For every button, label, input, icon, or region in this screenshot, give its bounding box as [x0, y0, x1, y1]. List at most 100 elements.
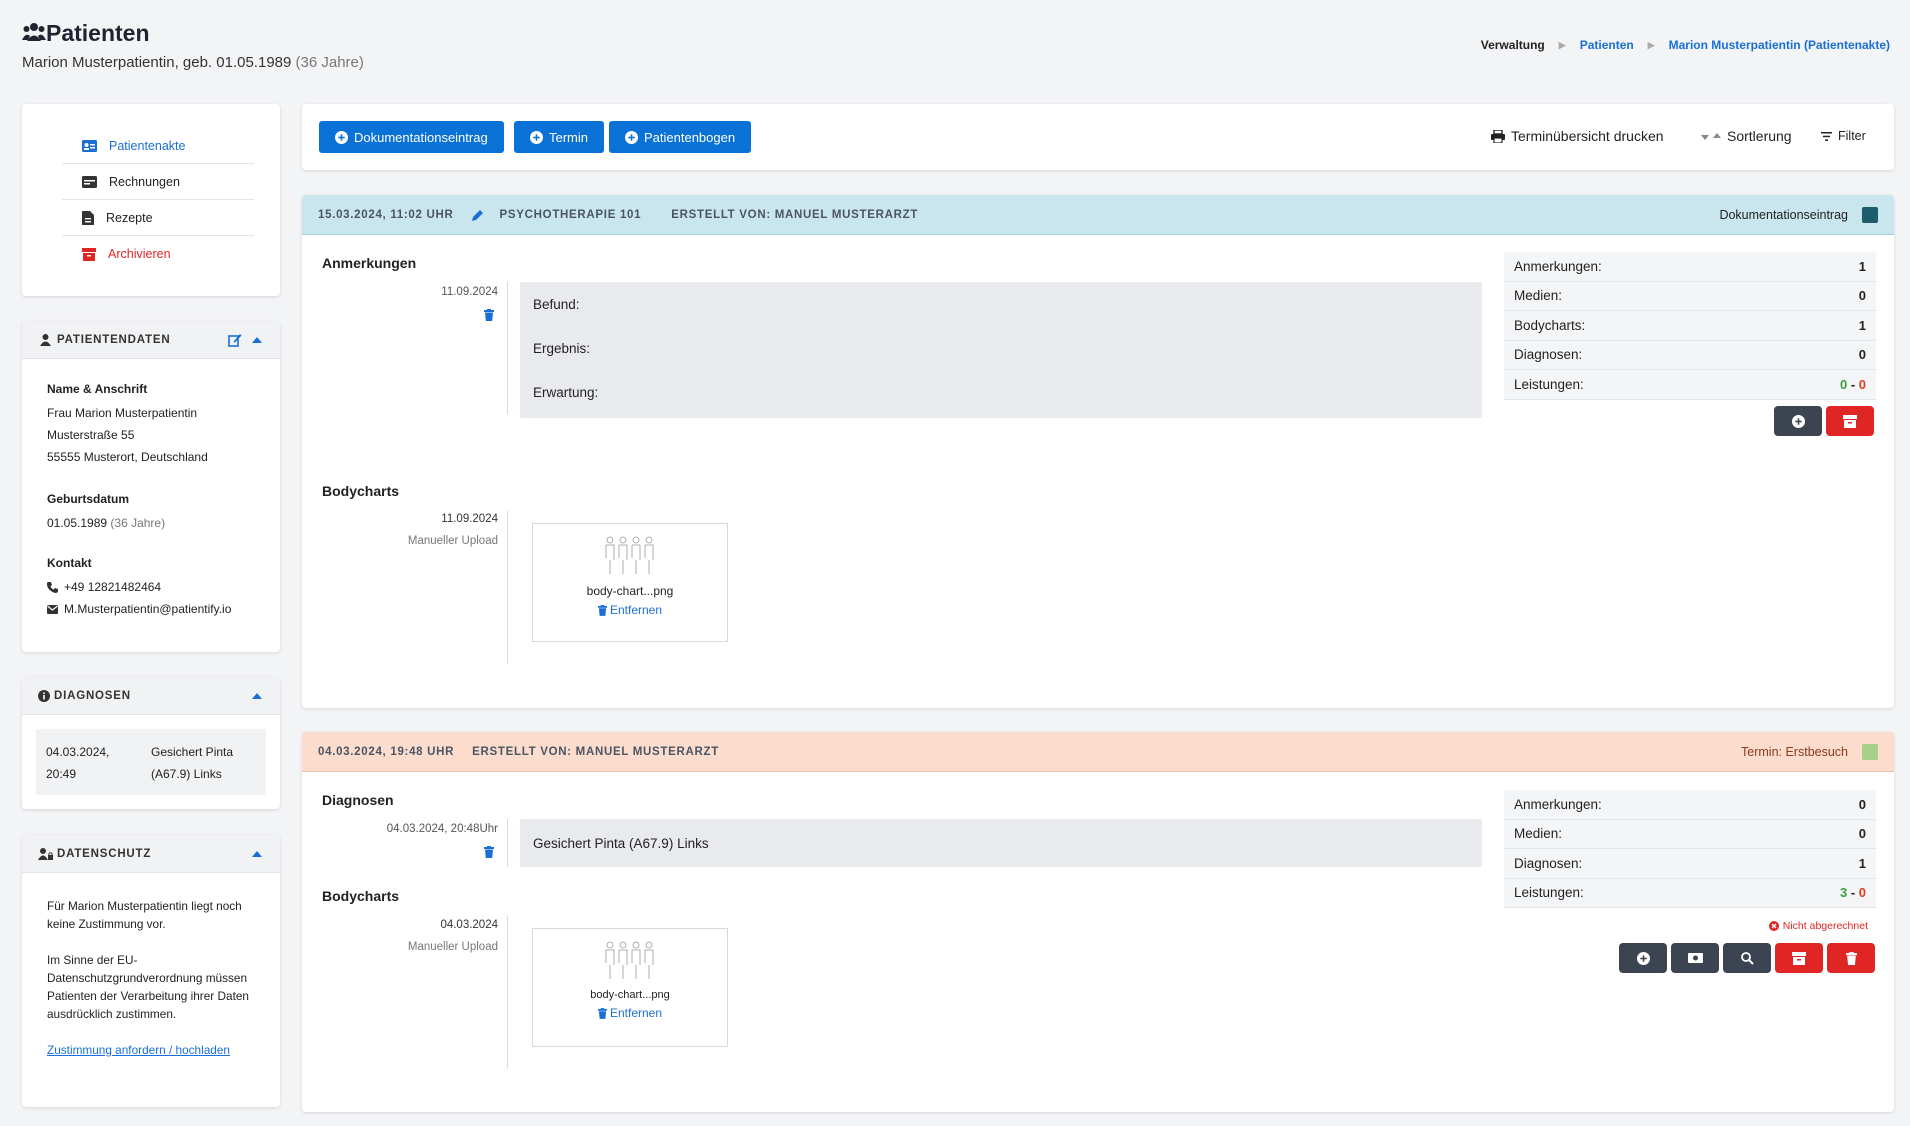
- entry-author: ERSTELLT VON: MANUEL MUSTERARZT: [671, 208, 919, 221]
- remove-bodychart-button[interactable]: Entfernen: [533, 603, 727, 617]
- button-label: Patientenbogen: [644, 129, 736, 145]
- remove-bodychart-button[interactable]: Entfernen: [533, 1006, 727, 1020]
- stat-value: 0: [1858, 347, 1866, 363]
- filter-button[interactable]: Filter: [1821, 129, 1866, 143]
- sort-button[interactable]: Sortlerung: [1701, 128, 1792, 144]
- sort-label: Sortlerung: [1727, 128, 1792, 144]
- bodychart-thumbnail[interactable]: body-chart...png Entfernen: [532, 928, 728, 1047]
- phone-number: +49 12821482464: [64, 580, 162, 594]
- entry-category: PSYCHOTHERAPIE 101: [499, 208, 642, 221]
- note-befund: Befund:: [533, 297, 580, 312]
- stat-label: Anmerkungen:: [1514, 258, 1602, 274]
- add-appointment-button[interactable]: Termin: [514, 121, 605, 153]
- birth-age: (36 Jahre): [110, 516, 166, 530]
- money-bill-icon: [1687, 953, 1703, 963]
- trash-icon[interactable]: [484, 846, 494, 858]
- print-overview-button[interactable]: Terminübersicht drucken: [1491, 128, 1664, 144]
- stat-medien: Medien: 0: [1504, 819, 1876, 849]
- add-documentation-button[interactable]: Dokumentationseintrag: [319, 121, 504, 153]
- entry-type-swatch: [1862, 206, 1878, 223]
- bodychart-date: 04.03.2024: [440, 919, 498, 931]
- chevron-up-icon[interactable]: [252, 336, 262, 343]
- note-ergebnis: Ergebnis:: [533, 341, 591, 356]
- note-erwartung: Erwartung:: [533, 385, 599, 400]
- entry-header: 15.03.2024, 11:02 UHR PSYCHOTHERAPIE 101…: [302, 195, 1894, 235]
- breadcrumb-current[interactable]: Marion Musterpatientin (Patientenakte): [1669, 38, 1890, 52]
- stat-value: 0: [1858, 288, 1866, 304]
- stat-diagnosen: Diagnosen: 1: [1504, 849, 1876, 879]
- divider: [507, 819, 508, 867]
- sidebar-nav: Patientenakte Rechnungen Rezepte Archivi…: [22, 104, 280, 296]
- sidebar-item-archivieren[interactable]: Archivieren: [62, 236, 254, 272]
- archive-icon: [1792, 951, 1806, 965]
- entry-type-swatch: [1862, 743, 1878, 760]
- sidebar-item-rechnungen[interactable]: Rechnungen: [62, 164, 254, 200]
- archive-entry-button[interactable]: [1826, 406, 1874, 436]
- breadcrumb: Verwaltung ▶ Patienten ▶ Marion Musterpa…: [1481, 38, 1890, 52]
- search-button[interactable]: [1723, 943, 1771, 973]
- leistungen-open: 0: [1858, 376, 1866, 392]
- remove-label: Entfernen: [609, 1006, 663, 1020]
- divider: [507, 916, 508, 1068]
- add-patient-form-button[interactable]: Patientenbogen: [609, 121, 752, 153]
- billing-button[interactable]: [1671, 943, 1719, 973]
- delete-entry-button[interactable]: [1827, 943, 1875, 973]
- entry-documentation: 15.03.2024, 11:02 UHR PSYCHOTHERAPIE 101…: [302, 195, 1894, 708]
- patient-data-card: PATIENTENDATEN Name & Anschrift Frau Mar…: [22, 321, 280, 652]
- pencil-icon[interactable]: [471, 209, 484, 221]
- sidebar-item-patientenakte[interactable]: Patientenakte: [62, 128, 254, 164]
- edit-icon[interactable]: [228, 333, 242, 347]
- bodychart-thumbnail[interactable]: body-chart...png Entfernen: [532, 523, 728, 642]
- diagnosis-text: Gesichert Pinta (A67.9) Links: [533, 835, 709, 851]
- archive-icon: [1843, 414, 1857, 428]
- plus-circle-icon: [1636, 951, 1650, 965]
- chevron-up-icon[interactable]: [252, 850, 262, 857]
- stat-value: 1: [1858, 317, 1866, 333]
- patient-phone[interactable]: +49 12821482464: [47, 576, 280, 598]
- patient-age: (36 Jahre): [295, 54, 364, 71]
- printer-icon: [1491, 129, 1505, 143]
- chevron-up-icon[interactable]: [252, 692, 262, 699]
- search-icon: [1740, 951, 1754, 965]
- breadcrumb-patienten[interactable]: Patienten: [1580, 38, 1634, 52]
- stat-label: Bodycharts:: [1514, 317, 1586, 333]
- stat-bodycharts: Bodycharts: 1: [1504, 311, 1876, 341]
- stat-leistungen: Leistungen: 0 - 0: [1504, 370, 1876, 400]
- sort-icon: [1701, 132, 1721, 140]
- stat-diagnosen: Diagnosen: 0: [1504, 340, 1876, 370]
- entry-header: 04.03.2024, 19:48 UHR ERSTELLT VON: MANU…: [302, 732, 1894, 772]
- sidebar-item-label: Rechnungen: [109, 174, 180, 189]
- privacy-status: Für Marion Musterpatientin liegt noch ke…: [47, 899, 242, 931]
- bodycharts-title: Bodycharts: [322, 483, 400, 499]
- patient-email[interactable]: M.Musterpatientin@patientify.io: [47, 598, 280, 620]
- archive-entry-button[interactable]: [1775, 943, 1823, 973]
- user-lock-icon: [38, 847, 53, 860]
- add-item-button[interactable]: [1619, 943, 1667, 973]
- plus-circle-icon: [530, 130, 543, 144]
- breadcrumb-verwaltung[interactable]: Verwaltung: [1481, 38, 1545, 52]
- patient-summary: Marion Musterpatientin, geb. 01.05.1989: [22, 54, 292, 71]
- sidebar-item-label: Rezepte: [106, 210, 153, 225]
- bodycharts-title: Bodycharts: [322, 888, 400, 904]
- entry-stats: Anmerkungen: 0 Medien: 0 Diagnosen: 1 Leist…: [1504, 790, 1876, 908]
- button-label: Termin: [549, 129, 589, 145]
- chevron-right-icon: ▶: [1558, 39, 1566, 50]
- stat-label: Leistungen:: [1514, 885, 1584, 901]
- leistungen-billed: 0: [1839, 376, 1848, 392]
- trash-icon: [597, 1007, 607, 1019]
- privacy-title: DATENSCHUTZ: [57, 847, 152, 860]
- diagnosis-row[interactable]: 04.03.2024, 20:49 Gesichert Pinta (A67.9) …: [36, 729, 266, 795]
- add-item-button[interactable]: [1774, 406, 1822, 436]
- sidebar-item-rezepte[interactable]: Rezepte: [62, 200, 254, 236]
- bodychart-filename: body-chart...png: [590, 989, 670, 1001]
- stat-value: 0: [1858, 826, 1866, 842]
- patient-data-header: PATIENTENDATEN: [22, 321, 280, 359]
- diagnoses-card: DIAGNOSEN 04.03.2024, 20:49 Gesichert Pin…: [22, 677, 280, 809]
- trash-icon[interactable]: [484, 309, 494, 321]
- body-chart-image: [605, 941, 654, 979]
- email-address: M.Musterpatientin@patientify.io: [64, 602, 232, 616]
- entry-type: Dokumentationseintrag: [1719, 207, 1848, 222]
- consent-link[interactable]: Zustimmung anfordern / hochladen: [47, 1041, 260, 1059]
- page-title: Patienten: [46, 20, 150, 46]
- notes-title: Anmerkungen: [322, 255, 417, 271]
